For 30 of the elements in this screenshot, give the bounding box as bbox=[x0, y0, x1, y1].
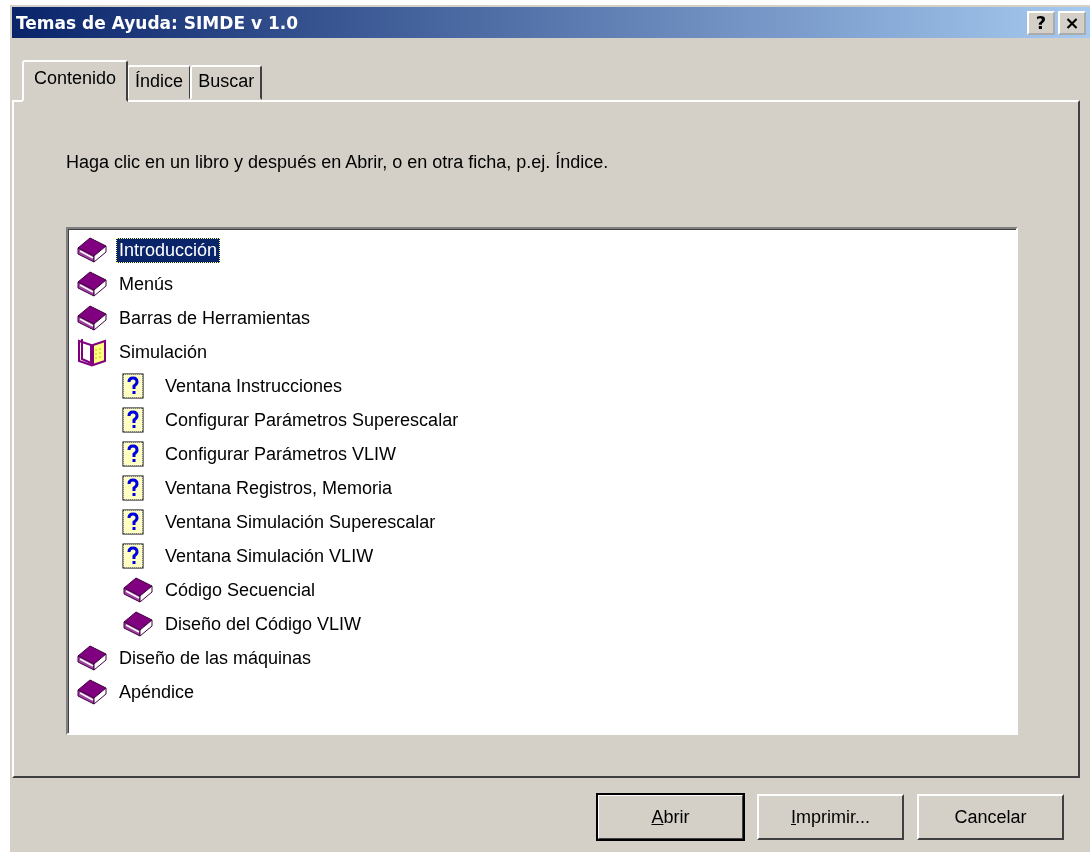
tree-item[interactable]: Apéndice bbox=[116, 679, 198, 705]
tab[interactable]: Índice bbox=[127, 65, 192, 100]
tree-item[interactable]: Simulación bbox=[116, 339, 211, 365]
dialog-button[interactable]: Cancelar bbox=[917, 794, 1064, 840]
tree-item[interactable]: Barras de Herramientas bbox=[116, 305, 314, 331]
tab[interactable]: Contenido bbox=[22, 60, 129, 102]
tree-item[interactable]: Ventana Simulación Superescalar bbox=[162, 509, 439, 535]
window-title: Temas de Ayuda: SIMDE v 1.0 bbox=[16, 12, 300, 33]
help-page-icon bbox=[122, 509, 144, 535]
instruction-text: Haga clic en un libro y después en Abrir, o en otra ficha, p.ej. Índice. bbox=[66, 152, 610, 173]
tree-item[interactable]: Diseño de las máquinas bbox=[116, 645, 315, 671]
dialog-button[interactable]: Imprimir... bbox=[757, 794, 904, 840]
tree-item[interactable]: Ventana Simulación VLIW bbox=[162, 543, 377, 569]
tree-item[interactable]: Código Secuencial bbox=[162, 577, 319, 603]
tree-item[interactable]: Menús bbox=[116, 271, 177, 297]
close-button[interactable]: × bbox=[1058, 10, 1086, 35]
tab[interactable]: Buscar bbox=[190, 65, 263, 100]
help-page-icon bbox=[122, 407, 144, 433]
help-page-icon bbox=[122, 475, 144, 501]
help-page-icon bbox=[122, 543, 144, 569]
tree-item[interactable]: Introducción bbox=[116, 237, 221, 263]
dialog-button[interactable]: Abrir bbox=[597, 794, 744, 840]
tree-item[interactable]: Ventana Registros, Memoria bbox=[162, 475, 396, 501]
help-button[interactable]: ? bbox=[1027, 10, 1055, 35]
tree-item[interactable]: Ventana Instrucciones bbox=[162, 373, 346, 399]
tree-item[interactable]: Diseño del Código VLIW bbox=[162, 611, 365, 637]
help-page-icon bbox=[122, 441, 144, 467]
tree-item[interactable]: Configurar Parámetros Superescalar bbox=[162, 407, 462, 433]
help-page-icon bbox=[122, 373, 144, 399]
tree-item[interactable]: Configurar Parámetros VLIW bbox=[162, 441, 400, 467]
